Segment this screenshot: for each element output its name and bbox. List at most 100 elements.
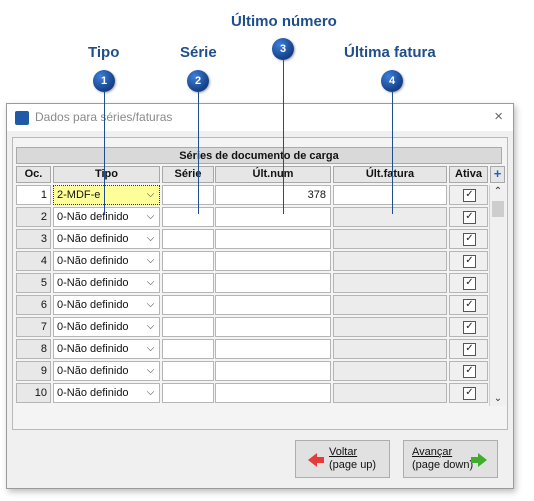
ativa-checkbox[interactable]: ✓ <box>463 255 476 268</box>
ativa-checkbox[interactable]: ✓ <box>463 343 476 356</box>
chevron-down-icon[interactable]: ⌵ <box>142 274 159 292</box>
back-button[interactable]: Voltar (page up) <box>295 440 390 478</box>
tipo-value: 0-Não definido <box>57 343 129 355</box>
ult-fatura-field <box>333 361 447 381</box>
row-oc: 9 <box>16 361 51 381</box>
ativa-checkbox[interactable]: ✓ <box>463 365 476 378</box>
callout-title-tipo: Tipo <box>88 44 120 61</box>
chevron-down-icon[interactable]: ⌵ <box>142 252 159 270</box>
ativa-cell: ✓ <box>449 383 488 403</box>
chevron-down-icon[interactable]: ⌵ <box>142 208 159 226</box>
ult-num-input[interactable] <box>215 273 331 293</box>
table-row[interactable]: 9 0-Não definido ⌵ ✓ <box>16 361 488 381</box>
callout-line-3 <box>283 60 284 214</box>
table-row[interactable]: 5 0-Não definido ⌵ ✓ <box>16 273 488 293</box>
chevron-down-icon[interactable]: ⌵ <box>142 318 159 336</box>
next-button[interactable]: Avançar (page down) <box>403 440 498 478</box>
series-grid-panel: Séries de documento de carga Oc. Tipo Sé… <box>12 137 508 430</box>
ativa-cell: ✓ <box>449 273 488 293</box>
ativa-checkbox[interactable]: ✓ <box>463 233 476 246</box>
ativa-checkbox[interactable]: ✓ <box>463 387 476 400</box>
tipo-select[interactable]: 0-Não definido ⌵ <box>53 295 160 315</box>
arrow-right-icon <box>471 453 487 467</box>
ult-num-input[interactable] <box>215 317 331 337</box>
row-oc: 7 <box>16 317 51 337</box>
chevron-down-icon[interactable]: ⌵ <box>142 340 159 358</box>
tipo-value: 0-Não definido <box>57 277 129 289</box>
next-button-label: Avançar <box>412 446 453 458</box>
chevron-down-icon[interactable]: ⌵ <box>142 186 159 204</box>
ult-fatura-field <box>333 185 447 205</box>
serie-input[interactable] <box>162 273 214 293</box>
callout-line-4 <box>392 92 393 214</box>
row-oc: 6 <box>16 295 51 315</box>
table-row[interactable]: 6 0-Não definido ⌵ ✓ <box>16 295 488 315</box>
tipo-select[interactable]: 0-Não definido ⌵ <box>53 207 160 227</box>
row-oc: 8 <box>16 339 51 359</box>
chevron-down-icon[interactable]: ⌵ <box>142 296 159 314</box>
table-row[interactable]: 7 0-Não definido ⌵ ✓ <box>16 317 488 337</box>
chevron-down-icon[interactable]: ⌵ <box>142 362 159 380</box>
callout-badge-4: 4 <box>381 70 403 92</box>
ult-num-input[interactable] <box>215 295 331 315</box>
ativa-cell: ✓ <box>449 361 488 381</box>
table-row[interactable]: 2 0-Não definido ⌵ ✓ <box>16 207 488 227</box>
ativa-cell: ✓ <box>449 207 488 227</box>
tipo-select[interactable]: 0-Não definido ⌵ <box>53 251 160 271</box>
column-header-ult-num: Últ.num <box>215 166 331 183</box>
serie-input[interactable] <box>162 383 214 403</box>
ult-num-input[interactable] <box>215 339 331 359</box>
serie-input[interactable] <box>162 251 214 271</box>
title-bar: Dados para séries/faturas × <box>7 104 513 131</box>
scroll-thumb[interactable] <box>492 201 504 217</box>
row-oc: 4 <box>16 251 51 271</box>
table-row[interactable]: 4 0-Não definido ⌵ ✓ <box>16 251 488 271</box>
table-row[interactable]: 3 0-Não definido ⌵ ✓ <box>16 229 488 249</box>
tipo-select[interactable]: 0-Não definido ⌵ <box>53 339 160 359</box>
column-header-serie: Série <box>162 166 214 183</box>
chevron-down-icon[interactable]: ⌵ <box>142 230 159 248</box>
ult-num-input[interactable]: 378 <box>215 185 331 205</box>
ativa-checkbox[interactable]: ✓ <box>463 189 476 202</box>
serie-input[interactable] <box>162 339 214 359</box>
tipo-select[interactable]: 2-MDF-e ⌵ <box>53 185 160 205</box>
serie-input[interactable] <box>162 361 214 381</box>
serie-input[interactable] <box>162 207 214 227</box>
dialog-window: Dados para séries/faturas × Séries de do… <box>6 103 514 489</box>
ult-fatura-field <box>333 251 447 271</box>
next-button-shortcut: (page down) <box>412 459 474 471</box>
ativa-checkbox[interactable]: ✓ <box>463 321 476 334</box>
add-row-icon[interactable]: + <box>490 166 505 183</box>
serie-input[interactable] <box>162 229 214 249</box>
ativa-checkbox[interactable]: ✓ <box>463 211 476 224</box>
ult-num-input[interactable] <box>215 207 331 227</box>
tipo-select[interactable]: 0-Não definido ⌵ <box>53 317 160 337</box>
table-row[interactable]: 1 2-MDF-e ⌵ 378 ✓ <box>16 185 488 205</box>
callout-badge-1: 1 <box>93 70 115 92</box>
ult-num-input[interactable] <box>215 361 331 381</box>
ativa-checkbox[interactable]: ✓ <box>463 277 476 290</box>
tipo-value: 2-MDF-e <box>57 189 101 201</box>
ult-fatura-field <box>333 207 447 227</box>
column-header-ult-fatura: Últ.fatura <box>333 166 447 183</box>
vertical-scrollbar[interactable]: ⌃ ⌄ <box>489 185 506 406</box>
scroll-up-icon[interactable]: ⌃ <box>490 185 506 199</box>
table-row[interactable]: 8 0-Não definido ⌵ ✓ <box>16 339 488 359</box>
ult-num-input[interactable] <box>215 251 331 271</box>
ult-num-input[interactable] <box>215 229 331 249</box>
callout-title-serie: Série <box>180 44 217 61</box>
serie-input[interactable] <box>162 185 214 205</box>
chevron-down-icon[interactable]: ⌵ <box>142 384 159 402</box>
close-icon[interactable]: × <box>494 108 503 125</box>
table-row[interactable]: 10 0-Não definido ⌵ ✓ <box>16 383 488 403</box>
ult-num-input[interactable] <box>215 383 331 403</box>
serie-input[interactable] <box>162 317 214 337</box>
tipo-select[interactable]: 0-Não definido ⌵ <box>53 273 160 293</box>
tipo-select[interactable]: 0-Não definido ⌵ <box>53 361 160 381</box>
ativa-checkbox[interactable]: ✓ <box>463 299 476 312</box>
serie-input[interactable] <box>162 295 214 315</box>
tipo-value: 0-Não definido <box>57 299 129 311</box>
tipo-select[interactable]: 0-Não definido ⌵ <box>53 229 160 249</box>
scroll-down-icon[interactable]: ⌄ <box>490 392 506 406</box>
tipo-select[interactable]: 0-Não definido ⌵ <box>53 383 160 403</box>
